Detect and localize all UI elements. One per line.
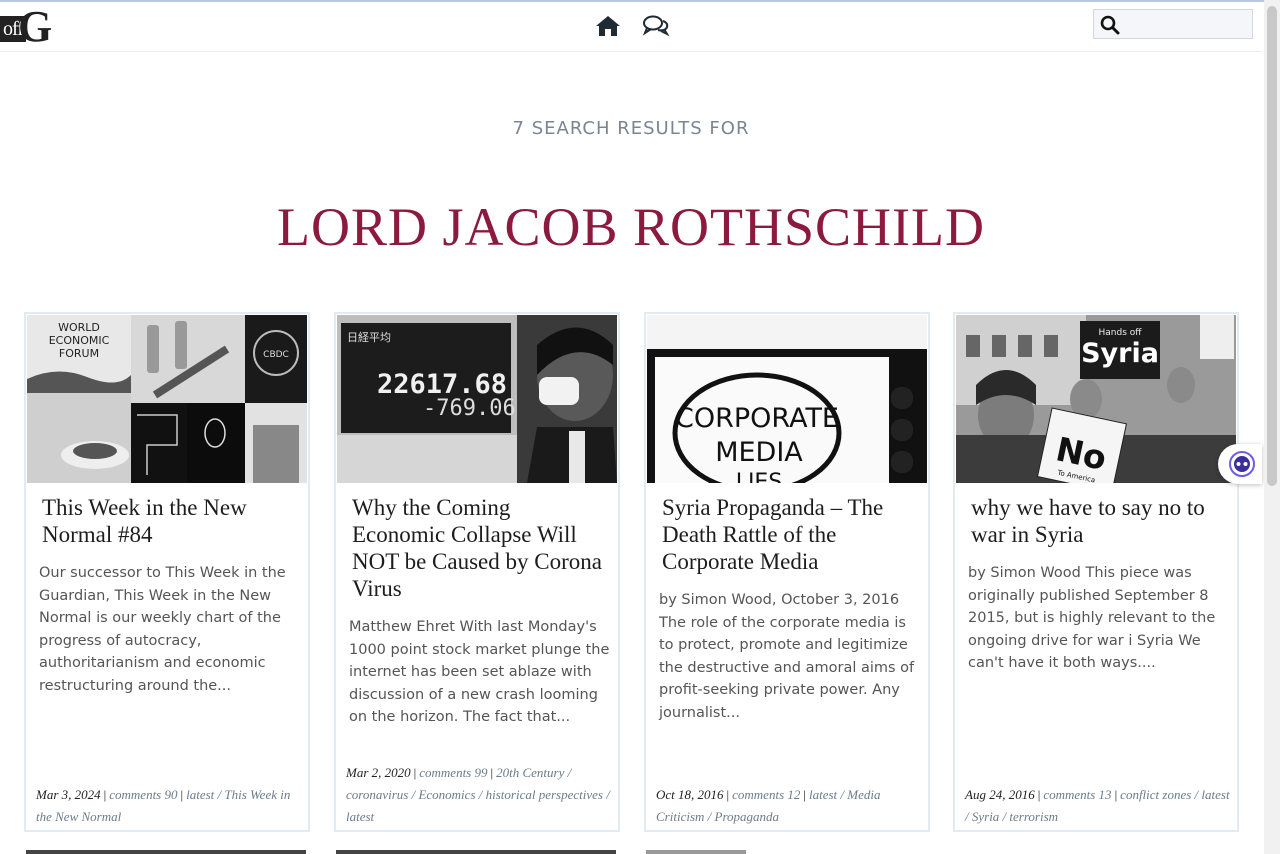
result-card[interactable]: 日経平均 22617.68 -769.06 Why the Coming Eco…: [334, 312, 620, 832]
scrollbar-thumb[interactable]: [1267, 6, 1277, 486]
result-meta: Oct 18, 2016 | comments 12 | latest / Media …: [656, 784, 922, 828]
search-icon[interactable]: [1100, 15, 1120, 35]
result-comments-link[interactable]: comments 12: [732, 787, 800, 802]
page-scrollbar[interactable]: [1264, 0, 1280, 854]
result-comments-link[interactable]: comments 99: [419, 765, 487, 780]
result-meta: Aug 24, 2016 | comments 13 | conflict zones …: [965, 784, 1231, 828]
result-thumbnail[interactable]: Hands off Syria No To America: [956, 315, 1236, 483]
next-card-thumbnail: [646, 850, 746, 854]
result-card[interactable]: CORPORATE MEDIA LIES Syria Propaganda – …: [644, 312, 930, 832]
result-date: Aug 24, 2016: [965, 787, 1035, 802]
result-meta: Mar 3, 2024 | comments 90 | latest / This We…: [36, 784, 302, 828]
result-card[interactable]: WORLD ECONOMIC FORUM CBDC This Week in t…: [24, 312, 310, 832]
thumb-text-cbdc: CBDC: [263, 350, 289, 360]
thumb-text-nikkei: 日経平均: [347, 331, 391, 344]
meta-separator: |: [490, 765, 494, 780]
home-icon[interactable]: [595, 14, 621, 38]
search-input[interactable]: [1124, 13, 1248, 35]
search-box[interactable]: [1093, 9, 1253, 39]
result-title[interactable]: Why the Coming Economic Collapse Will NO…: [352, 494, 608, 602]
result-excerpt: Matthew Ehret With last Monday's 1000 po…: [349, 619, 610, 725]
thumb-text-forum: FORUM: [59, 347, 99, 360]
next-card-thumbnail: [336, 850, 616, 854]
result-excerpt: by Simon Wood, October 3, 2016 The role …: [659, 592, 915, 721]
next-card-thumbnail: [26, 850, 306, 854]
result-thumbnail[interactable]: CORPORATE MEDIA LIES: [647, 315, 927, 483]
meta-separator: |: [413, 765, 417, 780]
result-thumbnail[interactable]: 日経平均 22617.68 -769.06: [337, 315, 617, 483]
result-title[interactable]: Syria Propaganda – The Death Rattle of t…: [662, 494, 918, 575]
result-card[interactable]: Hands off Syria No To America why we hav…: [953, 312, 1239, 832]
result-comments-link[interactable]: comments 13: [1043, 787, 1111, 802]
meta-separator: |: [803, 787, 806, 802]
result-meta: Mar 2, 2020 | comments 99 | 20th Century / c…: [346, 762, 612, 828]
robot-face-icon: [1229, 451, 1255, 477]
thumb-text-syria: Syria: [1081, 338, 1159, 369]
thumb-text-corporate: CORPORATE: [675, 403, 839, 434]
site-header: off G: [0, 2, 1262, 52]
thumb-text-world: WORLD: [58, 321, 100, 334]
thumb-text-media: MEDIA: [715, 437, 803, 468]
meta-separator: |: [180, 787, 184, 802]
site-logo[interactable]: off G: [0, 2, 53, 52]
result-date: Oct 18, 2016: [656, 787, 724, 802]
meta-separator: |: [103, 787, 107, 802]
result-excerpt: Our successor to This Week in the Guardi…: [39, 565, 286, 694]
result-title[interactable]: why we have to say no to war in Syria: [971, 494, 1227, 548]
results-count-label: 7 SEARCH RESULTS FOR: [512, 118, 750, 139]
comments-icon[interactable]: [642, 14, 670, 38]
logo-g-text: G: [18, 2, 53, 51]
thumb-text-lies: LIES: [736, 470, 783, 483]
thumb-text-change: -769.06: [423, 396, 516, 421]
result-comments-link[interactable]: comments 90: [109, 787, 177, 802]
meta-separator: |: [726, 787, 730, 802]
result-date: Mar 2, 2020: [346, 765, 411, 780]
thumb-text-economic: ECONOMIC: [49, 334, 110, 347]
result-excerpt: by Simon Wood This piece was originally …: [968, 565, 1216, 671]
assistant-widget-button[interactable]: [1218, 444, 1262, 484]
result-date: Mar 3, 2024: [36, 787, 101, 802]
thumb-text-hands-off: Hands off: [1099, 328, 1143, 338]
meta-separator: |: [1114, 787, 1118, 802]
result-title[interactable]: This Week in the New Normal #84: [42, 494, 298, 548]
results-query-heading: LORD JACOB ROTHSCHILD: [276, 197, 986, 257]
result-thumbnail[interactable]: WORLD ECONOMIC FORUM CBDC: [27, 315, 307, 483]
